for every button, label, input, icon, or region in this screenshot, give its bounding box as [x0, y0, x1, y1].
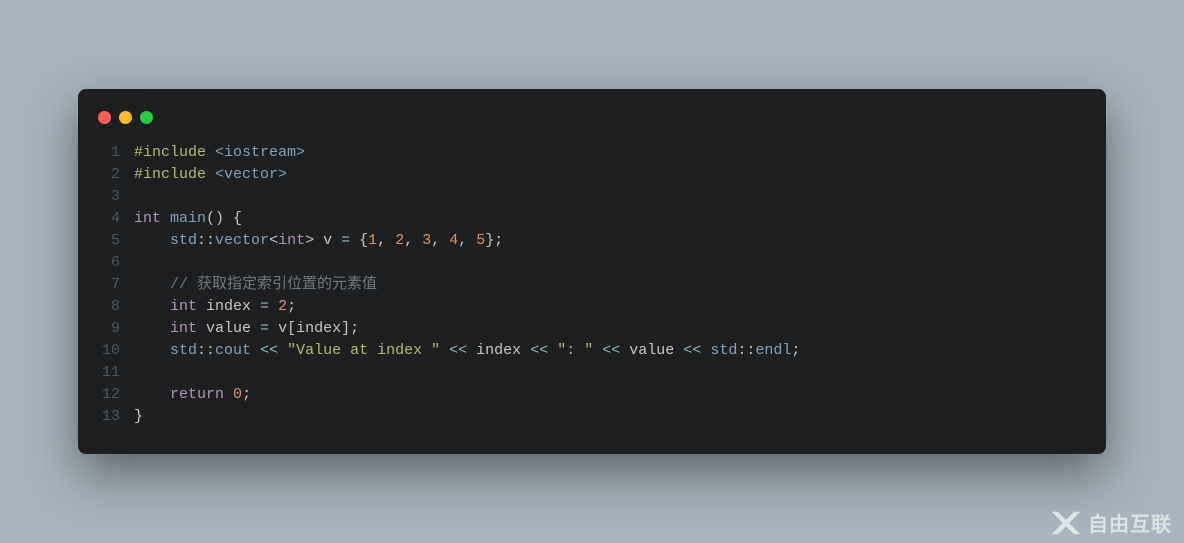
code-content: return 0;: [134, 384, 251, 406]
code-line: 5 std::vector<int> v = {1, 2, 3, 4, 5};: [92, 230, 1086, 252]
code-line: 1 #include <iostream>: [92, 142, 1086, 164]
code-line: 8 int index = 2;: [92, 296, 1086, 318]
code-window: 1#include <iostream>2#include <vector>3 …: [78, 89, 1106, 454]
line-number: 12: [92, 384, 120, 406]
code-line: 12 return 0;: [92, 384, 1086, 406]
code-content: // 获取指定索引位置的元素值: [134, 274, 377, 296]
line-number: 4: [92, 208, 120, 230]
line-number: 9: [92, 318, 120, 340]
minimize-icon[interactable]: [119, 111, 132, 124]
code-line: 7 // 获取指定索引位置的元素值: [92, 274, 1086, 296]
code-content: std::vector<int> v = {1, 2, 3, 4, 5};: [134, 230, 503, 252]
code-line: 2 #include <vector>: [92, 164, 1086, 186]
code-content: int value = v[index];: [134, 318, 359, 340]
line-number: 1: [92, 142, 120, 164]
code-content: #include <iostream>: [134, 142, 305, 164]
code-area: 1#include <iostream>2#include <vector>3 …: [78, 142, 1106, 428]
line-number: 8: [92, 296, 120, 318]
watermark-text: 自由互联: [1088, 508, 1172, 537]
code-content: [134, 362, 143, 384]
line-number: 2: [92, 164, 120, 186]
line-number: 13: [92, 406, 120, 428]
line-number: 11: [92, 362, 120, 384]
code-content: int main() {: [134, 208, 242, 230]
code-content: #include <vector>: [134, 164, 287, 186]
code-content: [134, 186, 143, 208]
close-icon[interactable]: [98, 111, 111, 124]
watermark: 自由互联: [1050, 508, 1172, 537]
maximize-icon[interactable]: [140, 111, 153, 124]
line-number: 3: [92, 186, 120, 208]
code-line: 9 int value = v[index];: [92, 318, 1086, 340]
code-line: 13}: [92, 406, 1086, 428]
code-line: 6: [92, 252, 1086, 274]
code-content: std::cout << "Value at index " << index …: [134, 340, 800, 362]
code-content: }: [134, 406, 143, 428]
line-number: 10: [92, 340, 120, 362]
code-content: int index = 2;: [134, 296, 296, 318]
code-line: 10 std::cout << "Value at index " << ind…: [92, 340, 1086, 362]
line-number: 5: [92, 230, 120, 252]
line-number: 7: [92, 274, 120, 296]
code-line: 11: [92, 362, 1086, 384]
x-logo-icon: [1050, 510, 1082, 536]
code-line: 4 int main() {: [92, 208, 1086, 230]
code-line: 3: [92, 186, 1086, 208]
line-number: 6: [92, 252, 120, 274]
titlebar: [78, 107, 1106, 142]
code-content: [134, 252, 143, 274]
